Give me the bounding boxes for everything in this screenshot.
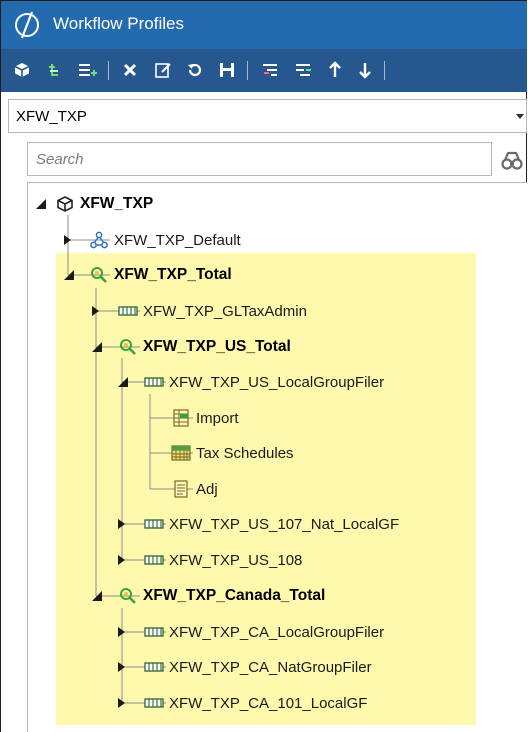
collapse-triangle[interactable] xyxy=(64,270,74,280)
tree-node-label: XFW_TXP_Total xyxy=(114,266,232,283)
base-input-icon xyxy=(118,301,138,321)
tree-node[interactable]: XFW_TXP_Canada_Total xyxy=(118,583,325,609)
review-icon xyxy=(118,337,138,357)
tree-node[interactable]: XFW_TXP_CA_NatGroupFiler xyxy=(144,654,372,680)
tree-node-label: XFW_TXP_CA_NatGroupFiler xyxy=(169,658,372,676)
base-input-icon xyxy=(144,372,164,392)
tree-node-label: XFW_TXP_CA_101_LocalGF xyxy=(169,694,368,712)
import-icon xyxy=(171,408,191,428)
tree-node[interactable]: XFW_TXP_CA_LocalGroupFiler xyxy=(144,619,384,645)
tree-node-label: XFW_TXP_CA_LocalGroupFiler xyxy=(169,623,385,641)
base-input-icon xyxy=(144,550,164,570)
tree-node-label: XFW_TXP_US_Total xyxy=(143,338,291,355)
tree-node-label: XFW_TXP_Default xyxy=(114,231,241,249)
tree-node[interactable]: Tax Schedules xyxy=(171,440,294,466)
base-input-icon xyxy=(144,514,164,534)
tree-node-label: XFW_TXP_Canada_Total xyxy=(143,587,326,604)
tree-node[interactable]: XFW_TXP_GLTaxAdmin xyxy=(118,298,307,324)
base-input-icon xyxy=(144,693,164,713)
tree-node-label: XFW_TXP xyxy=(80,195,154,212)
tree-node-label: XFW_TXP_US_LocalGroupFiler xyxy=(169,373,385,391)
tree-node-label: Import xyxy=(196,409,239,427)
tree-node-root[interactable]: XFW_TXP xyxy=(55,191,153,217)
review-icon xyxy=(118,586,138,606)
tree-node[interactable]: XFW_TXP_US_LocalGroupFiler xyxy=(144,369,384,395)
tree-node[interactable]: Import xyxy=(171,405,239,431)
tree-node-label: XFW_TXP_US_108 xyxy=(169,551,303,569)
tree-node-label: Tax Schedules xyxy=(196,444,294,462)
cube-icon xyxy=(55,194,75,214)
journal-icon xyxy=(171,479,191,499)
tree-node[interactable]: XFW_TXP_US_Total xyxy=(118,334,291,360)
collapse-triangle[interactable] xyxy=(92,342,102,352)
tree-node[interactable]: XFW_TXP_Default xyxy=(89,227,241,253)
tree-node[interactable]: Adj xyxy=(171,476,218,502)
tree-node[interactable]: XFW_TXP_Total xyxy=(89,262,232,288)
collapse-triangle[interactable] xyxy=(36,199,46,209)
schedule-grid-icon xyxy=(171,443,191,463)
collapse-triangle[interactable] xyxy=(118,377,128,387)
review-icon xyxy=(89,265,109,285)
base-input-icon xyxy=(144,657,164,677)
collapse-triangle[interactable] xyxy=(92,591,102,601)
tree-node[interactable]: XFW_TXP_US_107_Nat_LocalGF xyxy=(144,511,399,537)
tree-node[interactable]: XFW_TXP_CA_101_LocalGF xyxy=(144,690,367,716)
tree-node-label: XFW_TXP_US_107_Nat_LocalGF xyxy=(169,515,400,533)
tree-node-label: Adj xyxy=(196,480,218,498)
base-input-icon xyxy=(144,622,164,642)
hierarchy-icon xyxy=(89,230,109,250)
tree-node-label: XFW_TXP_GLTaxAdmin xyxy=(143,302,307,320)
tree-node[interactable]: XFW_TXP_US_108 xyxy=(144,547,302,573)
